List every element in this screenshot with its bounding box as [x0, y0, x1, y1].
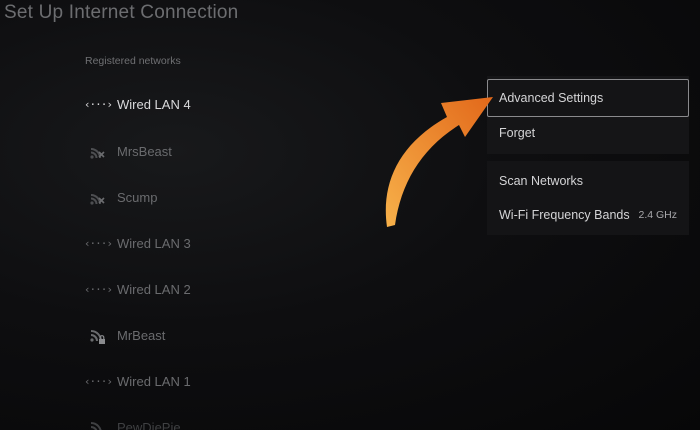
network-label: PewDiePie	[117, 419, 181, 430]
network-label: Wired LAN 4	[117, 96, 191, 112]
frequency-band-value: 2.4 GHz	[638, 209, 677, 221]
network-options-menu: Scan Networks Wi-Fi Frequency Bands 2.4 …	[487, 161, 689, 235]
wired-connection-icon: ‹···›	[83, 374, 113, 388]
network-context-menu: Advanced Settings Forget	[487, 76, 689, 154]
network-label: Wired LAN 2	[117, 281, 191, 297]
advanced-settings-button[interactable]: Advanced Settings	[487, 79, 689, 117]
network-item-wired-lan-1[interactable]: ‹···› Wired LAN 1	[83, 366, 348, 396]
internet-setup-screen: Set Up Internet Connection Registered ne…	[0, 0, 700, 430]
network-item-wired-lan-4[interactable]: ‹···› Wired LAN 4	[83, 89, 348, 119]
wifi-icon	[88, 417, 108, 430]
forget-button[interactable]: Forget	[487, 117, 689, 149]
network-item-pewdiepie[interactable]: PewDiePie	[88, 412, 348, 430]
wired-connection-icon: ‹···›	[83, 236, 113, 250]
network-label: Wired LAN 1	[117, 373, 191, 389]
menu-item-label: Advanced Settings	[499, 91, 604, 105]
network-label: Scump	[117, 189, 158, 205]
network-item-mrbeast[interactable]: MrBeast	[88, 320, 348, 350]
network-item-scump[interactable]: Scump	[88, 182, 348, 212]
network-label: MrsBeast	[117, 143, 172, 159]
network-item-wired-lan-2[interactable]: ‹···› Wired LAN 2	[83, 274, 348, 304]
wifi-disconnected-icon	[88, 187, 108, 207]
scan-networks-button[interactable]: Scan Networks	[487, 163, 689, 199]
wired-connection-icon: ‹···›	[83, 282, 113, 296]
network-label: Wired LAN 3	[117, 235, 191, 251]
wifi-disconnected-icon	[88, 141, 108, 161]
menu-item-label: Scan Networks	[499, 174, 584, 188]
wired-connection-icon: ‹···›	[83, 97, 113, 111]
network-item-wired-lan-3[interactable]: ‹···› Wired LAN 3	[83, 228, 348, 258]
network-label: MrBeast	[117, 327, 166, 343]
curved-arrow-icon	[385, 97, 493, 227]
wifi-frequency-bands-button[interactable]: Wi-Fi Frequency Bands 2.4 GHz	[487, 197, 689, 233]
wifi-lock-icon	[88, 325, 108, 345]
network-item-mrsbeast[interactable]: MrsBeast	[88, 136, 348, 166]
menu-item-label: Wi-Fi Frequency Bands	[499, 208, 630, 222]
